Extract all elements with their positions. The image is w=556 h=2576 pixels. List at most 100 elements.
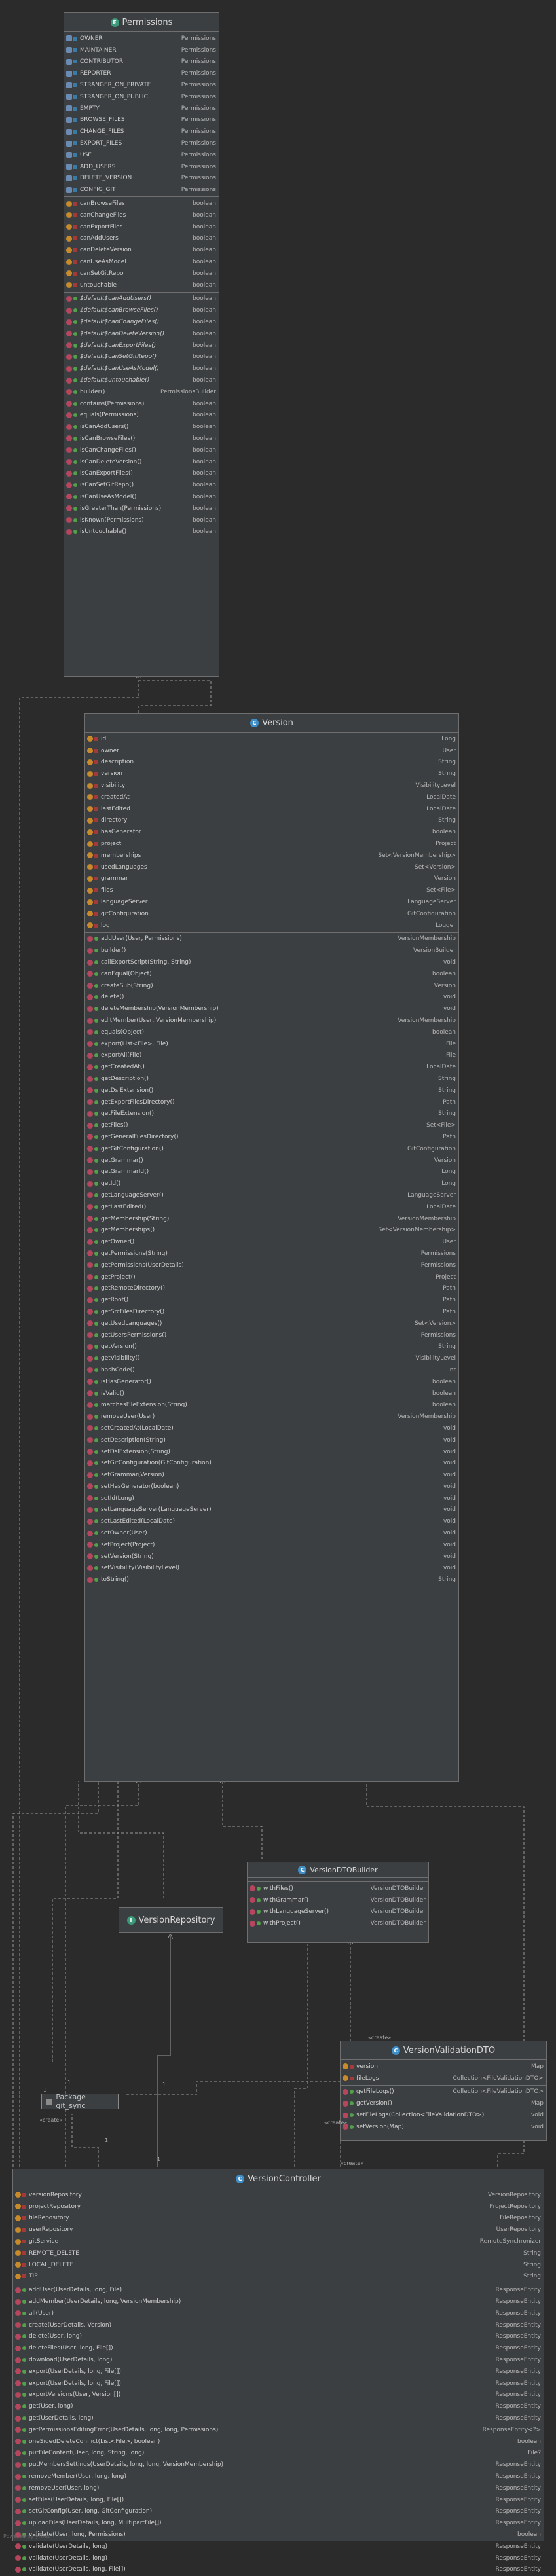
method-type: ResponseEntity: [495, 2310, 542, 2317]
field-icon: [66, 247, 72, 253]
method-row: getCreatedAt() LocalDate: [85, 1061, 458, 1073]
method-type: VersionMembership: [398, 1017, 456, 1025]
field-row: id Long: [85, 733, 458, 745]
method-icon: [66, 494, 72, 500]
method-row: getFileLogs() Collection<FileValidationDT…: [341, 2086, 546, 2098]
constant-name: OWNER: [80, 35, 103, 42]
method-icon: [87, 1099, 93, 1106]
field-type: RemoteSynchronizer: [479, 2238, 541, 2245]
version-fields: id Long owner User description String version S…: [85, 733, 458, 933]
method-icon: [15, 2543, 21, 2550]
permissions-fields: canBrowseFiles boolean canChangeFiles boole…: [64, 197, 219, 293]
method-name: isCanChangeFiles(): [80, 446, 136, 454]
field-row: canBrowseFiles boolean: [64, 198, 219, 209]
constant-row: ADD_USERS Permissions: [64, 161, 219, 173]
method-row: getProject() Project: [85, 1271, 458, 1283]
method-name: createSub(String): [101, 982, 153, 989]
visibility-icon: [257, 1910, 261, 1914]
method-name: validate(UserDetails, long): [29, 2543, 108, 2550]
visibility-icon: [73, 367, 77, 371]
class-icon: C: [298, 1865, 307, 1874]
method-type: ResponseEntity<?>: [482, 2426, 541, 2433]
method-row: addUser(UserDetails, long, File) Response…: [13, 2284, 544, 2296]
field-type: User: [442, 747, 456, 754]
method-name: getCreatedAt(): [101, 1064, 145, 1071]
visibility-icon: [94, 853, 98, 858]
field-type: boolean: [193, 281, 216, 289]
method-icon: [15, 2368, 21, 2375]
constant-type: Permissions: [181, 163, 216, 170]
visibility-icon: [73, 153, 77, 157]
field-type: Logger: [435, 922, 456, 929]
visibility-icon: [94, 1216, 98, 1221]
constant-name: STRANGER_ON_PUBLIC: [80, 93, 148, 100]
method-icon: [15, 2333, 21, 2340]
method-type: Set<File>: [426, 1122, 456, 1129]
visibility-icon: [94, 1134, 98, 1139]
versionrepository-interface[interactable]: I VersionRepository: [119, 1907, 223, 1933]
field-row: REMOTE_DELETE String: [13, 2247, 544, 2259]
versiondtobuilder-class[interactable]: C VersionDTOBuilder withFiles() VersionDT…: [247, 1862, 429, 1943]
method-type: boolean: [432, 1402, 456, 1409]
edge-version-permissions: [139, 676, 212, 713]
method-name: removeUser(User): [101, 1413, 155, 1421]
method-type: LocalDate: [426, 1203, 456, 1210]
method-name: getId(): [101, 1180, 121, 1188]
method-row: setFileLogs(Collection<FileValidationDTO…: [341, 2109, 546, 2121]
visibility-icon: [94, 736, 98, 741]
method-name: getGrammar(): [101, 1157, 143, 1164]
method-icon: [87, 1064, 93, 1070]
method-type: boolean: [432, 1378, 456, 1385]
method-icon: [87, 1483, 93, 1490]
method-row: setVisibility(VisibilityLevel) void: [85, 1563, 458, 1574]
method-row: export(UserDetails, long, File[]) Respons…: [13, 2378, 544, 2389]
method-row: removeUser(User) VersionMembership: [85, 1411, 458, 1423]
visibility-icon: [73, 130, 77, 134]
field-icon: [15, 2226, 21, 2233]
visibility-icon: [94, 818, 98, 823]
versionvalidationdto-fields: version Map fileLogs Collection<FileValidat…: [341, 2060, 546, 2086]
method-type: boolean: [193, 377, 216, 384]
method-row: export(List<File>, File) File: [85, 1038, 458, 1050]
multiplicity-label: 1: [157, 2156, 161, 2162]
method-type: String: [438, 1343, 456, 1351]
field-type: Collection<FileValidationDTO>: [453, 2075, 544, 2082]
method-row: matchesFileExtension(String) boolean: [85, 1399, 458, 1411]
permissions-class[interactable]: E Permissions OWNER Permissions MAINTAINER…: [64, 12, 219, 677]
method-name: hashCode(): [101, 1366, 135, 1373]
method-row: isCanExportFiles() boolean: [64, 467, 219, 479]
field-type: boolean: [193, 247, 216, 254]
method-type: User: [442, 1239, 456, 1246]
field-row: hasGenerator boolean: [85, 826, 458, 838]
method-row: getSrcFilesDirectory() Path: [85, 1306, 458, 1318]
visibility-icon: [94, 1077, 98, 1081]
permissions-title: Permissions: [122, 17, 173, 27]
method-row: $default$canBrowseFiles() boolean: [64, 304, 219, 316]
field-icon: [66, 212, 72, 219]
method-name: equals(Object): [101, 1028, 144, 1036]
method-type: Map: [531, 2100, 544, 2107]
method-row: isHasGenerator() boolean: [85, 1376, 458, 1388]
visibility-icon: [22, 2192, 26, 2197]
method-type: void: [443, 994, 456, 1001]
field-name: directory: [101, 817, 128, 824]
visibility-icon: [22, 2216, 26, 2221]
method-type: File?: [528, 2450, 541, 2457]
method-icon: [15, 2450, 21, 2456]
method-row: toString() String: [85, 1574, 458, 1586]
field-icon: [15, 2215, 21, 2221]
method-row: getId() Long: [85, 1178, 458, 1189]
versionvalidationdto-class[interactable]: C VersionValidationDTO version Map fileLog…: [340, 2041, 547, 2141]
visibility-icon: [22, 2416, 26, 2421]
visibility-icon: [22, 2427, 26, 2432]
package-git-sync[interactable]: Package git_sync: [41, 2093, 119, 2110]
visibility-icon: [94, 1240, 98, 1244]
version-class[interactable]: C Version id Long owner User description Stri…: [84, 713, 459, 1782]
visibility-icon: [22, 2240, 26, 2244]
method-name: getVisibility(): [101, 1355, 140, 1362]
field-type: String: [438, 759, 456, 766]
package-title: Package git_sync: [56, 2093, 86, 2110]
visibility-icon: [73, 506, 77, 511]
versioncontroller-class[interactable]: C VersionController versionRepository Ver…: [12, 2169, 544, 2573]
constant-type: Permissions: [181, 82, 216, 89]
